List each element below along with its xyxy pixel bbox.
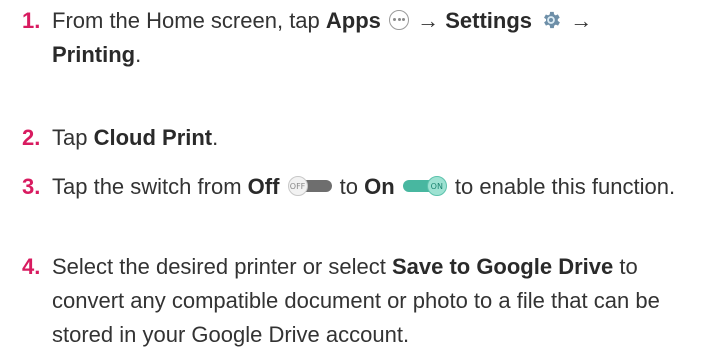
printing-label: Printing: [52, 42, 136, 67]
step-4: 4. Select the desired printer or select …: [22, 250, 682, 352]
settings-label: Settings: [445, 8, 533, 33]
step-text-segment: to: [333, 174, 365, 199]
step-text: Tap Cloud Print.: [52, 121, 682, 155]
instruction-steps: 1. From the Home screen, tap Apps → Sett…: [0, 0, 704, 347]
toggle-on-text: ON: [426, 176, 447, 197]
cloud-print-label: Cloud Print: [93, 125, 213, 150]
toggle-off-text: OFF: [287, 176, 308, 197]
step-2: 2. Tap Cloud Print.: [22, 121, 682, 155]
step-number: 2.: [22, 125, 41, 150]
arrow: →: [411, 8, 446, 33]
gear-icon: [544, 12, 561, 29]
step-number: 4.: [22, 254, 41, 279]
apps-icon: [389, 10, 410, 31]
step-text: From the Home screen, tap Apps → Setting…: [52, 4, 682, 72]
on-label: On: [364, 174, 395, 199]
save-to-google-drive-label: Save to Google Drive: [391, 254, 614, 279]
period: .: [212, 125, 219, 150]
period: .: [135, 42, 142, 67]
step-text-segment: to enable this function.: [448, 174, 676, 199]
step-text: Select the desired printer or select Sav…: [52, 250, 682, 352]
apps-label: Apps: [325, 8, 381, 33]
step-1: 1. From the Home screen, tap Apps → Sett…: [22, 4, 682, 72]
toggle-off-icon: OFF: [287, 176, 332, 197]
step-text-segment: Tap: [52, 125, 94, 150]
step-text: Tap the switch from Off OFF to On ON to …: [52, 170, 682, 204]
step-number: 1.: [22, 8, 41, 33]
step-number: 3.: [22, 174, 41, 199]
step-text-segment: From the Home screen, tap: [52, 8, 326, 33]
step-3: 3. Tap the switch from Off OFF to On ON …: [22, 170, 682, 204]
step-text-segment: Select the desired printer or select: [52, 254, 392, 279]
arrow: →: [564, 8, 593, 33]
step-text-segment: Tap the switch from: [52, 174, 248, 199]
off-label: Off: [247, 174, 280, 199]
toggle-on-icon: ON: [402, 176, 447, 197]
